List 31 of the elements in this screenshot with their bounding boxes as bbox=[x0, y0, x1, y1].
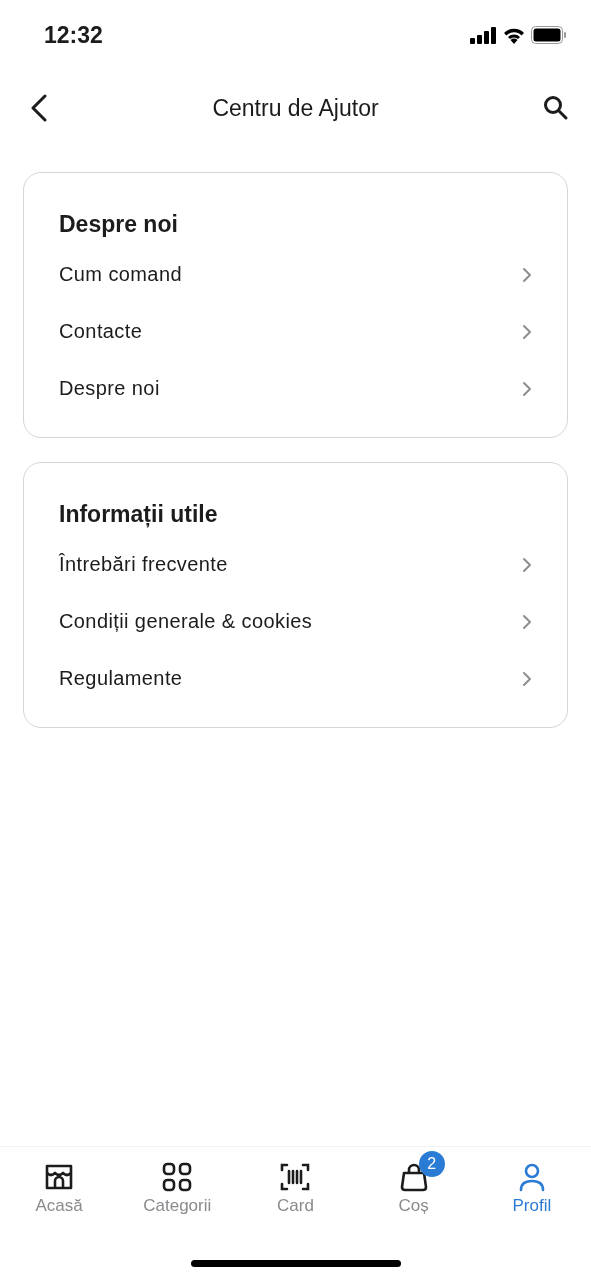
status-time: 12:32 bbox=[44, 21, 103, 49]
section-title: Despre noi bbox=[59, 211, 179, 238]
section-title: Informații utile bbox=[59, 501, 219, 528]
menu-item[interactable]: Contacte bbox=[59, 303, 532, 360]
signal-icon bbox=[470, 26, 497, 44]
chevron-icon bbox=[522, 323, 532, 340]
back-icon[interactable] bbox=[30, 94, 48, 122]
tab-item[interactable]: 2 Coș bbox=[354, 1147, 473, 1216]
chevron-icon bbox=[522, 380, 532, 397]
store-icon bbox=[44, 1162, 75, 1192]
tab-item[interactable]: Acasă bbox=[0, 1147, 119, 1216]
count-badge: 2 bbox=[418, 1151, 445, 1177]
bag-icon bbox=[398, 1162, 429, 1192]
page-title: Centru de Ajutor bbox=[212, 94, 379, 122]
chevron-icon bbox=[522, 556, 532, 573]
search-icon[interactable] bbox=[543, 95, 569, 121]
battery-icon bbox=[531, 26, 567, 44]
chevron-icon bbox=[522, 266, 532, 283]
menu-item[interactable]: Condiții generale & cookies bbox=[59, 593, 532, 650]
menu-item[interactable]: Regulamente bbox=[59, 650, 532, 707]
tab-item[interactable]: Profil bbox=[472, 1147, 591, 1216]
grid-icon bbox=[162, 1162, 193, 1192]
menu-item[interactable]: Cum comand bbox=[59, 246, 532, 303]
chevron-icon bbox=[522, 613, 532, 630]
tab-item[interactable]: Categorii bbox=[118, 1147, 237, 1216]
chevron-icon bbox=[522, 670, 532, 687]
wifi-icon bbox=[503, 26, 525, 44]
barcode-icon bbox=[280, 1162, 311, 1192]
menu-item[interactable]: Întrebări frecvente bbox=[59, 536, 532, 593]
menu-item[interactable]: Despre noi bbox=[59, 360, 532, 417]
tab-item[interactable]: Card bbox=[236, 1147, 355, 1216]
